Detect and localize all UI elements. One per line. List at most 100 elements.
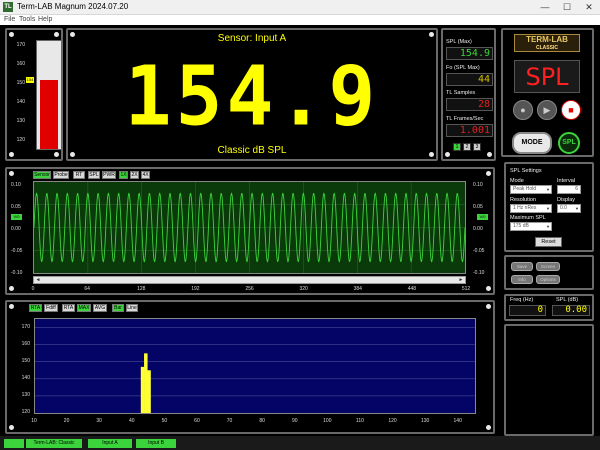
menu-file[interactable]: File (4, 15, 15, 25)
spl-value-display: 154.9 (124, 49, 380, 145)
screw-icon (54, 152, 59, 157)
y-tick: 0.10 (11, 182, 21, 188)
freq-readout: 0 (509, 305, 546, 316)
y-tick: 0.00 (473, 226, 483, 232)
tab-1x[interactable]: 1X (119, 171, 128, 179)
title-bar: TL Term-LAB Magnum 2024.07.20 — ☐ ✕ (0, 0, 600, 15)
tab-max[interactable]: MAX (77, 304, 91, 312)
mode-panel: MODE SPL (501, 129, 594, 159)
y-tick: -0.05 (11, 248, 23, 254)
waveform-panel: Sensor Probe RT SPL PWR 1X 2X 4X 0.10 0.… (5, 167, 495, 295)
screw-icon (487, 152, 492, 157)
waveform-scrollbar[interactable]: ◄ ► (33, 276, 466, 284)
info-button[interactable]: Info (511, 275, 533, 284)
screw-icon (445, 152, 450, 157)
gauge-tick: 120 (16, 137, 25, 143)
y-tick: 150 (21, 357, 30, 364)
tab-rta-2[interactable]: RTA (62, 304, 75, 312)
y-tick: 140 (21, 374, 30, 381)
y-tick: 120 (21, 409, 30, 415)
level-gauge-panel: 170 160 150 140 130 120 154 (5, 28, 63, 161)
chevron-down-icon: ▼ (546, 206, 550, 211)
y-tick: 170 (21, 323, 30, 330)
screw-icon (9, 425, 14, 430)
play-button[interactable]: ▶ (537, 100, 557, 120)
freq-label: Freq (Hz) (510, 297, 534, 303)
fps-readout: 1.001 (446, 124, 493, 137)
y-tick: 130 (21, 391, 30, 398)
screw-icon (486, 171, 491, 176)
scroll-left-icon[interactable]: ◄ (34, 277, 42, 283)
tab-sensor[interactable]: Sensor (33, 171, 51, 179)
x-tick: 448 (407, 286, 417, 292)
mode-button[interactable]: MODE (512, 132, 552, 154)
close-button[interactable]: ✕ (578, 0, 600, 15)
screen-button[interactable]: Screen (536, 262, 560, 271)
y-tick: -0.10 (11, 270, 23, 276)
tab-avg[interactable]: AVG (93, 304, 107, 312)
mode-setting-label: Mode (510, 178, 524, 184)
scroll-right-icon[interactable]: ► (457, 277, 465, 283)
resolution-select[interactable]: 1 Hz nRes ▼ (510, 204, 552, 213)
gauge-tick: 170 (16, 42, 25, 48)
tab-bar[interactable]: Bar (112, 304, 124, 312)
maximize-button[interactable]: ☐ (556, 0, 578, 15)
minimize-button[interactable]: — (534, 0, 556, 15)
screw-icon (486, 304, 491, 309)
spl-settings-panel: SPL Settings Mode Interval Peak Hold ▼ 6 … (504, 162, 594, 252)
x-tick: 110 (355, 418, 364, 424)
tab-pwr[interactable]: PWR (102, 171, 116, 179)
x-tick: 50 (161, 418, 168, 424)
menu-tools[interactable]: Tools (19, 15, 35, 25)
display-select[interactable]: 0.0 ▼ (557, 204, 581, 213)
page-button-1[interactable]: 1 (453, 143, 461, 151)
tab-line[interactable]: Line (126, 304, 138, 312)
spectrum-panel: RTA Fdiff RTA MAX AVG Bar Line 170 160 150… (5, 300, 495, 434)
max-spl-label: Maximum SPL (510, 215, 546, 221)
waveform-plot (33, 181, 466, 274)
max-spl-select[interactable]: 175 dB ▼ (510, 222, 552, 231)
tab-rta[interactable]: RTA (29, 304, 42, 312)
tab-4x[interactable]: 4X (141, 171, 150, 179)
tab-2x[interactable]: 2X (130, 171, 139, 179)
tab-fdiff[interactable]: Fdiff (44, 304, 58, 312)
status-indicator (4, 439, 24, 448)
tab-probe[interactable]: Probe (53, 171, 69, 179)
save-button[interactable]: Save (511, 262, 533, 271)
reset-button[interactable]: Reset (535, 237, 562, 247)
options-button[interactable]: Options (536, 275, 560, 284)
display-select-value: 0.0 (560, 205, 567, 211)
spl-db-readout: 0.00 (552, 305, 590, 316)
x-tick: 512 (461, 286, 471, 292)
settings-title: SPL Settings (510, 168, 542, 174)
spl-mode-display: SPL (514, 60, 580, 93)
page-button-3[interactable]: 3 (473, 143, 481, 151)
gauge-tube (36, 40, 62, 150)
readings-panel: SPL (Max) 154.9 Fo (SPL Max) 44 TL Sampl… (441, 28, 496, 161)
fo-label: Fo (SPL Max) (446, 65, 480, 71)
x-tick: 120 (388, 418, 397, 424)
menu-help[interactable]: Help (38, 15, 52, 25)
status-input-b: Input B (136, 439, 176, 448)
stop-button[interactable]: ■ (561, 100, 581, 120)
spl-badge-icon[interactable]: SPL (558, 132, 580, 154)
x-tick: 20 (63, 418, 70, 424)
x-tick: 128 (137, 286, 146, 292)
page-button-2[interactable]: 2 (463, 143, 471, 151)
tab-spl[interactable]: SPL (88, 171, 100, 179)
tab-rt[interactable]: RT (73, 171, 85, 179)
interval-label: Interval (557, 178, 576, 184)
mode-select[interactable]: Peak Hold ▼ (510, 185, 552, 194)
screw-icon (486, 425, 491, 430)
x-tick: 140 (453, 418, 462, 424)
record-button[interactable]: ● (513, 100, 533, 120)
spl-max-label: SPL (Max) (446, 39, 472, 45)
interval-field[interactable]: 6 (557, 185, 581, 194)
x-tick: 256 (245, 286, 254, 292)
x-tick: 10 (31, 418, 37, 424)
x-tick: 30 (96, 418, 102, 424)
chevron-down-icon: ▼ (546, 224, 550, 229)
mode-select-value: Peak Hold (513, 186, 537, 192)
max-spl-select-value: 175 dB (513, 223, 529, 229)
termlab-logo: TERM-LAB CLASSIC (514, 34, 580, 52)
